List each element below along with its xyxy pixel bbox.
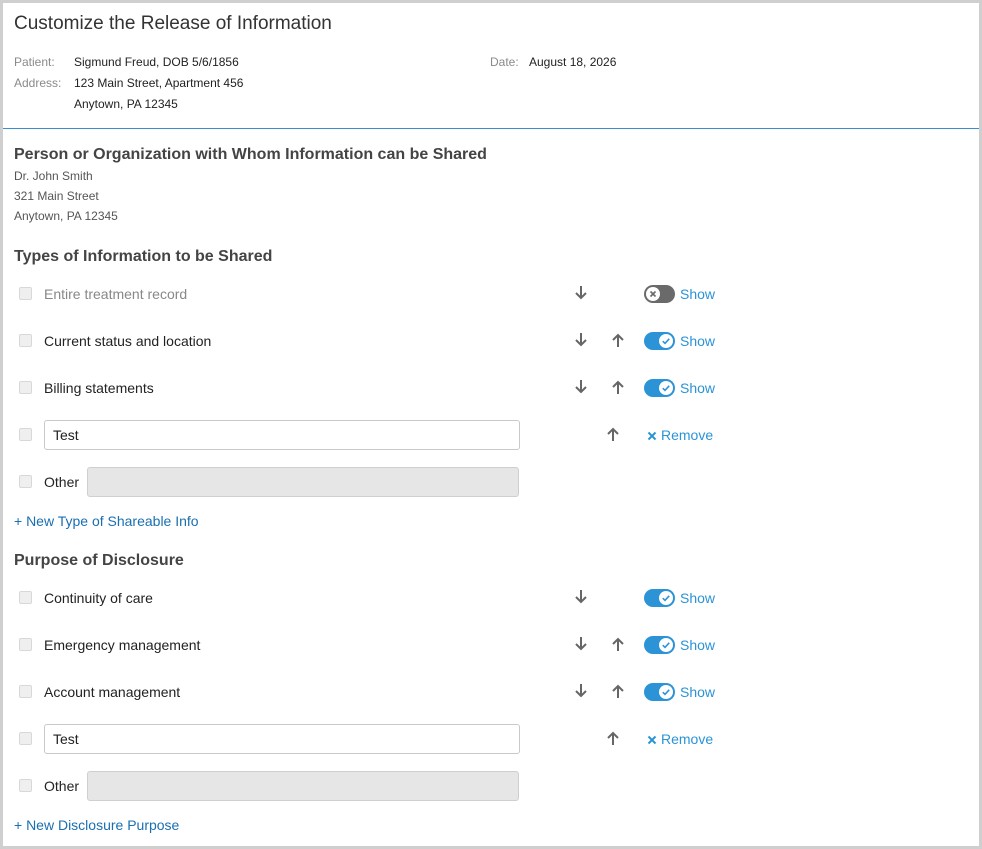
type-row-billing-statements: Billing statements Show: [3, 373, 979, 403]
type-row-entire-treatment-record: Entire treatment record Show: [3, 279, 979, 309]
page-title: Customize the Release of Information: [14, 13, 332, 34]
purpose-checkbox[interactable]: [19, 638, 32, 651]
remove-button[interactable]: Remove: [647, 427, 713, 443]
show-toggle-label[interactable]: Show: [680, 333, 715, 349]
type-checkbox[interactable]: [19, 334, 32, 347]
recipient-name: Dr. John Smith: [14, 169, 93, 183]
close-icon: [647, 735, 657, 745]
toggle-on-check-icon: [659, 685, 673, 699]
other-type-input[interactable]: [87, 467, 519, 497]
toggle-on-check-icon: [659, 334, 673, 348]
purpose-row-custom: Remove: [3, 724, 979, 754]
address-label: Address:: [14, 76, 62, 90]
other-purpose-input[interactable]: [87, 771, 519, 801]
custom-type-input[interactable]: [44, 420, 520, 450]
arrow-down-icon[interactable]: [574, 683, 588, 699]
show-toggle-label[interactable]: Show: [680, 684, 715, 700]
type-checkbox[interactable]: [19, 475, 32, 488]
recipient-street: 321 Main Street: [14, 189, 99, 203]
add-shareable-info-link[interactable]: + New Type of Shareable Info: [14, 513, 199, 529]
show-toggle[interactable]: [644, 636, 675, 654]
address-line-1: 123 Main Street, Apartment 456: [74, 76, 244, 90]
toggle-on-check-icon: [659, 591, 673, 605]
purpose-section-title: Purpose of Disclosure: [14, 552, 184, 569]
patient-label: Patient:: [14, 55, 55, 69]
arrow-down-icon[interactable]: [574, 589, 588, 605]
other-label: Other: [44, 474, 80, 490]
toggle-on-check-icon: [659, 381, 673, 395]
recipient-city: Anytown, PA 12345: [14, 209, 118, 223]
arrow-up-icon[interactable]: [611, 636, 625, 652]
other-label: Other: [44, 778, 80, 794]
purpose-row-account-management: Account management Show: [3, 677, 979, 707]
show-toggle[interactable]: [644, 683, 675, 701]
arrow-up-icon[interactable]: [611, 683, 625, 699]
patient-value: Sigmund Freud, DOB 5/6/1856: [74, 55, 239, 69]
custom-purpose-input[interactable]: [44, 724, 520, 754]
address-line-2: Anytown, PA 12345: [74, 97, 178, 111]
purpose-row-emergency-management: Emergency management Show: [3, 630, 979, 660]
type-checkbox[interactable]: [19, 287, 32, 300]
show-toggle[interactable]: [644, 379, 675, 397]
close-icon: [647, 431, 657, 441]
arrow-up-icon[interactable]: [611, 379, 625, 395]
type-checkbox[interactable]: [19, 428, 32, 441]
purpose-checkbox[interactable]: [19, 779, 32, 792]
arrow-up-icon[interactable]: [606, 426, 620, 442]
arrow-down-icon[interactable]: [574, 332, 588, 348]
header: Customize the Release of Information Pat…: [3, 3, 979, 129]
purpose-checkbox[interactable]: [19, 685, 32, 698]
toggle-on-check-icon: [659, 638, 673, 652]
show-toggle-label[interactable]: Show: [680, 637, 715, 653]
release-of-information-panel: Customize the Release of Information Pat…: [0, 0, 982, 849]
purpose-label: Emergency management: [44, 637, 201, 653]
show-toggle[interactable]: [644, 332, 675, 350]
purpose-label: Account management: [44, 684, 181, 700]
arrow-down-icon[interactable]: [574, 379, 588, 395]
purpose-row-other: Other: [3, 771, 979, 801]
type-label: Current status and location: [44, 333, 212, 349]
add-disclosure-purpose-link[interactable]: + New Disclosure Purpose: [14, 817, 179, 833]
arrow-down-icon[interactable]: [574, 285, 588, 301]
type-row-custom: Remove: [3, 420, 979, 450]
show-toggle-label[interactable]: Show: [680, 590, 715, 606]
show-toggle[interactable]: [644, 285, 675, 303]
type-label: Entire treatment record: [44, 286, 188, 302]
remove-button[interactable]: Remove: [647, 731, 713, 747]
type-label: Billing statements: [44, 380, 154, 396]
purpose-label: Continuity of care: [44, 590, 153, 606]
show-toggle-label[interactable]: Show: [680, 380, 715, 396]
date-value: August 18, 2026: [529, 55, 617, 69]
arrow-down-icon[interactable]: [574, 636, 588, 652]
recipient-section-title: Person or Organization with Whom Informa…: [14, 146, 487, 163]
show-toggle-label[interactable]: Show: [680, 286, 715, 302]
type-row-current-status: Current status and location Show: [3, 326, 979, 356]
purpose-checkbox[interactable]: [19, 591, 32, 604]
remove-label: Remove: [661, 427, 714, 443]
remove-label: Remove: [661, 731, 714, 747]
show-toggle[interactable]: [644, 589, 675, 607]
arrow-up-icon[interactable]: [611, 332, 625, 348]
type-row-other: Other: [3, 467, 979, 497]
purpose-row-continuity-of-care: Continuity of care Show: [3, 583, 979, 613]
arrow-up-icon[interactable]: [606, 730, 620, 746]
purpose-checkbox[interactable]: [19, 732, 32, 745]
types-section-title: Types of Information to be Shared: [14, 248, 273, 265]
date-label: Date:: [490, 55, 519, 69]
type-checkbox[interactable]: [19, 381, 32, 394]
toggle-off-x-icon: [646, 287, 660, 301]
